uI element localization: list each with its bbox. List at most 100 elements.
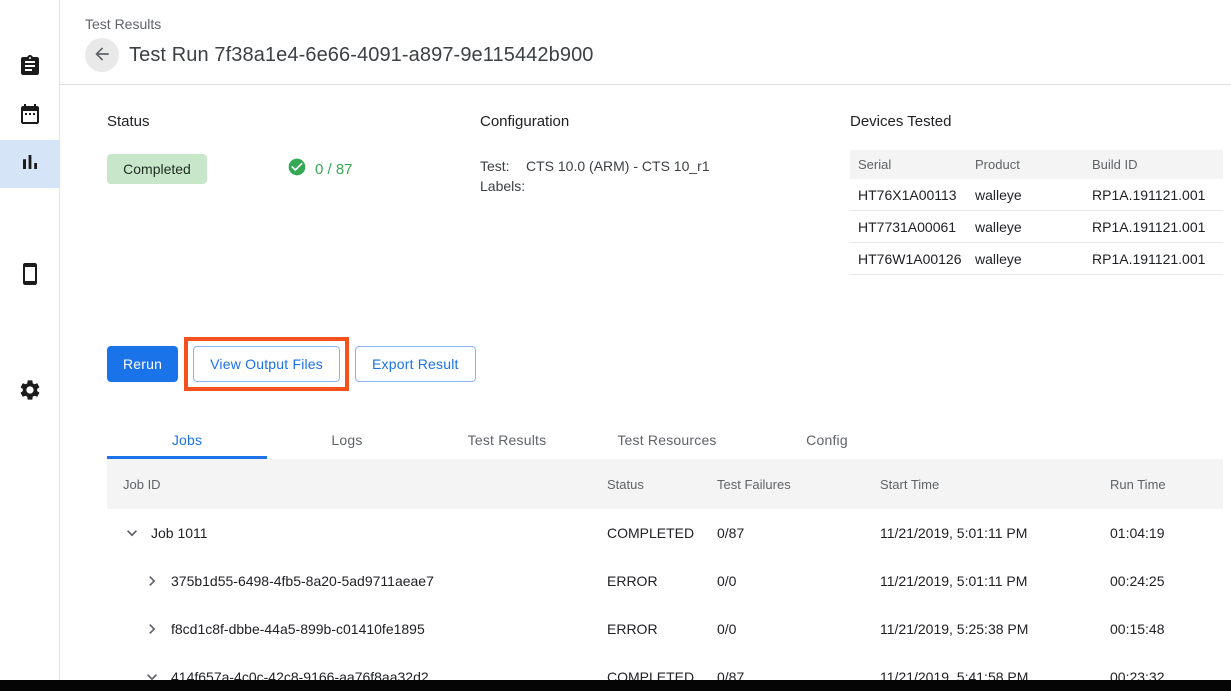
jobs-col-status: Status (607, 477, 717, 492)
job-start-time: 11/21/2019, 5:01:11 PM (880, 525, 1110, 541)
configuration-section: Configuration Test:CTS 10.0 (ARM) - CTS … (480, 113, 850, 275)
config-labels-label: Labels: (480, 176, 526, 196)
device-serial: HT7731A00061 (850, 219, 967, 235)
device-build-id: RP1A.191121.001 (1084, 251, 1223, 267)
job-run-time: 01:04:19 (1110, 525, 1223, 541)
chevron-right-icon[interactable] (141, 618, 163, 640)
tab-config[interactable]: Config (747, 421, 907, 459)
jobs-col-run-time: Run Time (1110, 477, 1223, 492)
device-serial: HT76X1A00113 (850, 187, 967, 203)
job-start-time: 11/21/2019, 5:25:38 PM (880, 621, 1110, 637)
configuration-heading: Configuration (480, 113, 850, 130)
gear-icon (18, 378, 42, 407)
job-run-time: 00:23:32 (1110, 669, 1223, 680)
device-row: HT7731A00061 walleye RP1A.191121.001 (850, 211, 1223, 243)
main-panel: Status Completed 0 / 87 Configuration Te… (60, 85, 1231, 680)
calendar-icon (18, 102, 42, 131)
device-product: walleye (967, 187, 1084, 203)
jobs-table-header: Job ID Status Test Failures Start Time R… (107, 459, 1223, 509)
device-product: walleye (967, 219, 1084, 235)
app-window: Test Results Test Run 7f38a1e4-6e66-4091… (0, 0, 1231, 680)
smartphone-icon (18, 262, 42, 291)
job-failures: 0/87 (717, 525, 880, 541)
jobs-col-start-time: Start Time (880, 477, 1110, 492)
device-row: HT76W1A00126 walleye RP1A.191121.001 (850, 243, 1223, 275)
devices-col-serial: Serial (850, 157, 967, 172)
tab-jobs[interactable]: Jobs (107, 421, 267, 459)
devices-col-build: Build ID (1084, 157, 1223, 172)
devices-col-product: Product (967, 157, 1084, 172)
config-test-line: Test:CTS 10.0 (ARM) - CTS 10_r1 (480, 156, 850, 176)
check-circle-icon (287, 157, 307, 181)
device-serial: HT76W1A00126 (850, 251, 967, 267)
job-failures: 0/0 (717, 621, 880, 637)
rerun-button[interactable]: Rerun (107, 346, 178, 382)
status-section: Status Completed 0 / 87 (107, 113, 480, 275)
jobs-table: Job ID Status Test Failures Start Time R… (107, 459, 1223, 680)
sidebar-item-test-results[interactable] (0, 140, 59, 188)
tab-logs[interactable]: Logs (267, 421, 427, 459)
sidebar-item-devices[interactable] (0, 252, 59, 300)
actions-row: Rerun View Output Files Export Result (107, 337, 1223, 391)
clipboard-icon (18, 54, 42, 83)
job-start-time: 11/21/2019, 5:01:11 PM (880, 573, 1110, 589)
device-row: HT76X1A00113 walleye RP1A.191121.001 (850, 179, 1223, 211)
sidebar-spacer (0, 188, 59, 252)
job-status: COMPLETED (607, 669, 717, 680)
device-build-id: RP1A.191121.001 (1084, 219, 1223, 235)
devices-table: Serial Product Build ID HT76X1A00113 wal… (850, 150, 1223, 275)
export-result-button[interactable]: Export Result (355, 346, 476, 382)
sidebar-spacer (0, 300, 59, 368)
annotation-box: View Output Files (184, 337, 349, 391)
view-output-files-button[interactable]: View Output Files (193, 346, 340, 382)
job-status: ERROR (607, 573, 717, 589)
job-id: Job 1011 (151, 525, 208, 541)
table-row[interactable]: f8cd1c8f-dbbe-44a5-899b-c01410fe1895 ERR… (107, 605, 1223, 653)
page-title: Test Run 7f38a1e4-6e66-4091-a897-9e11544… (129, 44, 594, 67)
tab-test-resources[interactable]: Test Resources (587, 421, 747, 459)
jobs-col-test-failures: Test Failures (717, 477, 880, 492)
devices-table-header: Serial Product Build ID (850, 150, 1223, 179)
arrow-back-icon (92, 44, 112, 67)
tab-bar: Jobs Logs Test Results Test Resources Co… (107, 421, 1223, 459)
table-row[interactable]: Job 1011 COMPLETED 0/87 11/21/2019, 5:01… (107, 509, 1223, 557)
chevron-down-icon[interactable] (141, 666, 163, 680)
back-button[interactable] (85, 38, 119, 72)
devices-section: Devices Tested Serial Product Build ID H… (850, 113, 1223, 275)
status-badge: Completed (107, 154, 207, 184)
page-header: Test Results Test Run 7f38a1e4-6e66-4091… (60, 0, 1231, 85)
job-start-time: 11/21/2019, 5:41:58 PM (880, 669, 1110, 680)
devices-heading: Devices Tested (850, 113, 1223, 130)
chevron-right-icon[interactable] (141, 570, 163, 592)
breadcrumb: Test Results (85, 16, 1215, 32)
failure-count-text: 0 / 87 (315, 161, 353, 178)
job-id: f8cd1c8f-dbbe-44a5-899b-c01410fe1895 (171, 621, 425, 637)
job-failures: 0/0 (717, 573, 880, 589)
bar-chart-icon (18, 150, 42, 179)
chevron-down-icon[interactable] (121, 522, 143, 544)
failure-count: 0 / 87 (287, 157, 353, 181)
job-run-time: 00:15:48 (1110, 621, 1223, 637)
sidebar-item-settings[interactable] (0, 368, 59, 416)
job-status: ERROR (607, 621, 717, 637)
content-area: Test Results Test Run 7f38a1e4-6e66-4091… (60, 0, 1231, 680)
sidebar-item-scheduled-runs[interactable] (0, 92, 59, 140)
device-product: walleye (967, 251, 1084, 267)
config-test-value: CTS 10.0 (ARM) - CTS 10_r1 (526, 158, 710, 174)
table-row[interactable]: 414f657a-4c0c-42c8-9166-aa76f8aa32d2 COM… (107, 653, 1223, 680)
device-build-id: RP1A.191121.001 (1084, 187, 1223, 203)
job-id: 375b1d55-6498-4fb5-8a20-5ad9711aeae7 (171, 573, 434, 589)
job-id: 414f657a-4c0c-42c8-9166-aa76f8aa32d2 (171, 669, 429, 680)
bottom-bar (0, 680, 1231, 691)
config-labels-line: Labels: (480, 176, 850, 196)
config-test-label: Test: (480, 156, 526, 176)
job-status: COMPLETED (607, 525, 717, 541)
sidebar (0, 0, 60, 680)
status-heading: Status (107, 113, 480, 130)
job-run-time: 00:24:25 (1110, 573, 1223, 589)
tab-test-results[interactable]: Test Results (427, 421, 587, 459)
job-failures: 0/87 (717, 669, 880, 680)
jobs-col-job-id: Job ID (107, 477, 607, 492)
sidebar-item-test-plans[interactable] (0, 44, 59, 92)
table-row[interactable]: 375b1d55-6498-4fb5-8a20-5ad9711aeae7 ERR… (107, 557, 1223, 605)
